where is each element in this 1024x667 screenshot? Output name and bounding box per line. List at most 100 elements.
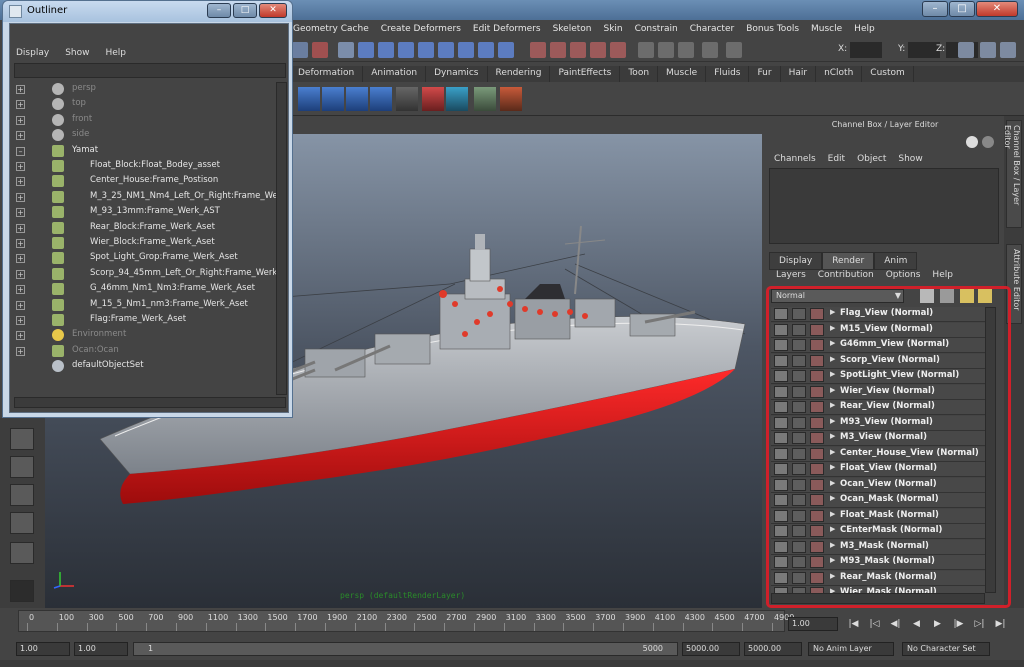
outliner-item[interactable]: + persp	[14, 82, 276, 97]
channel-box-menu-object[interactable]: Object	[857, 154, 886, 164]
select-surfaces-icon[interactable]	[478, 42, 494, 58]
channel-box-toggle-icon[interactable]	[958, 42, 974, 58]
outliner-item[interactable]: + side	[14, 128, 276, 143]
command-line[interactable]	[0, 660, 1024, 667]
expand-icon[interactable]: +	[16, 300, 25, 310]
shelf-tab-rendering[interactable]: Rendering	[488, 66, 551, 82]
outliner-item[interactable]: + Ocan:Ocan	[14, 344, 276, 359]
persp-outliner-layout-icon[interactable]	[10, 484, 34, 506]
expand-icon[interactable]: +	[16, 331, 25, 341]
layer-editor-menu-layers[interactable]: Layers	[776, 270, 806, 280]
step-forward-frame-icon[interactable]: |▶	[950, 617, 967, 632]
tab-display[interactable]: Display	[769, 252, 823, 270]
outliner-item[interactable]: + Wier_Block:Frame_Werk_Aset	[14, 236, 276, 251]
snap-point-icon[interactable]	[530, 42, 546, 58]
menu-muscle[interactable]: Muscle	[811, 24, 842, 34]
expand-icon[interactable]: +	[16, 239, 25, 248]
snap-grid-icon[interactable]	[292, 42, 308, 58]
shelf-tab-deformation[interactable]: Deformation	[290, 66, 364, 82]
outliner-item[interactable]: + Scorp_94_45mm_Left_Or_Right:Frame_Werk_…	[14, 267, 276, 282]
menu-help[interactable]: Help	[854, 24, 875, 34]
menu-edit-deformers[interactable]: Edit Deformers	[473, 24, 541, 34]
anim-layer-dropdown[interactable]: No Anim Layer	[808, 642, 894, 656]
shelf-tab-dynamics[interactable]: Dynamics	[426, 66, 488, 82]
tool-settings-toggle-icon[interactable]	[980, 42, 996, 58]
outliner-item[interactable]: – Yamat	[14, 144, 276, 159]
expand-icon[interactable]: +	[16, 285, 25, 295]
maximize-button[interactable]: □	[949, 1, 975, 17]
shelf-tab-hair[interactable]: Hair	[781, 66, 817, 82]
select-mask-icon[interactable]	[398, 42, 414, 58]
layer-editor-menu-contribution[interactable]: Contribution	[818, 270, 874, 280]
outliner-minimize-button[interactable]: –	[207, 3, 231, 18]
channel-box-sync-icon[interactable]	[982, 136, 994, 148]
sculpt-icon[interactable]	[370, 87, 392, 111]
outliner-item[interactable]: + Flag:Frame_Werk_Aset	[14, 313, 276, 328]
input-mode-icon[interactable]	[726, 42, 742, 58]
shelf-tab-animation[interactable]: Animation	[363, 66, 427, 82]
expand-icon[interactable]: +	[16, 162, 25, 171]
expand-icon[interactable]: +	[16, 131, 25, 141]
select-joints-icon[interactable]	[438, 42, 454, 58]
expand-icon[interactable]: +	[16, 346, 25, 356]
play-forward-icon[interactable]: ▶	[929, 617, 946, 632]
select-component-icon[interactable]	[378, 42, 394, 58]
outliner-close-button[interactable]: ✕	[259, 3, 287, 18]
time-slider[interactable]: 0 100 300 500 700 900 1100 1300 1500 1700 1900 2100…	[18, 610, 794, 632]
outliner-menu-show[interactable]: Show	[65, 48, 89, 58]
go-to-end-icon[interactable]: ▶|	[992, 617, 1009, 632]
render-frame-icon[interactable]	[610, 42, 626, 58]
outliner-item[interactable]: + Environment	[14, 328, 276, 343]
outliner-vscrollbar[interactable]	[276, 82, 287, 395]
persp-hypershade-layout-icon[interactable]	[10, 542, 34, 564]
shelf-tab-fur[interactable]: Fur	[749, 66, 781, 82]
menu-geometry-cache[interactable]: Geometry Cache	[293, 24, 369, 34]
select-handles-icon[interactable]	[418, 42, 434, 58]
attribute-editor-toggle-icon[interactable]	[1000, 42, 1016, 58]
four-view-layout-icon[interactable]	[10, 456, 34, 478]
select-curves-icon[interactable]	[458, 42, 474, 58]
expand-icon[interactable]: +	[16, 85, 25, 94]
menu-constrain[interactable]: Constrain	[635, 24, 678, 34]
collapse-icon[interactable]: –	[16, 146, 25, 156]
outliner-item[interactable]: + Float_Block:Float_Bodey_asset	[14, 159, 276, 174]
hypershade-icon[interactable]	[702, 42, 718, 58]
channel-box-menu-show[interactable]: Show	[898, 154, 922, 164]
render-view-icon[interactable]	[638, 42, 654, 58]
expand-icon[interactable]: +	[16, 316, 25, 325]
outliner-item[interactable]: + Center_House:Frame_Postison	[14, 174, 276, 189]
lattice-icon[interactable]	[322, 87, 344, 111]
expand-icon[interactable]: +	[16, 254, 25, 264]
tab-render[interactable]: Render	[822, 252, 875, 270]
outliner-item[interactable]: + G_46mm_Nm1_Nm3:Frame_Werk_Aset	[14, 282, 276, 297]
channel-box-lock-icon[interactable]	[966, 136, 978, 148]
expand-icon[interactable]: +	[16, 269, 25, 279]
playback-end-field[interactable]: 5000.00	[682, 642, 740, 656]
outliner-filter-field[interactable]	[14, 63, 286, 78]
ipr-render-icon[interactable]	[658, 42, 674, 58]
minimize-button[interactable]: –	[922, 1, 948, 17]
snap-live-icon[interactable]	[570, 42, 586, 58]
shelf-tab-painteffects[interactable]: PaintEffects	[550, 66, 621, 82]
go-to-start-icon[interactable]: |◀	[845, 617, 862, 632]
wrap-icon[interactable]	[346, 87, 368, 111]
tab-channel-box-layer-editor[interactable]: Channel Box / Layer Editor	[1003, 120, 1022, 228]
step-forward-key-icon[interactable]: ▷|	[971, 617, 988, 632]
menu-create-deformers[interactable]: Create Deformers	[381, 24, 461, 34]
step-back-key-icon[interactable]: |◁	[866, 617, 883, 632]
render-settings-icon[interactable]	[678, 42, 694, 58]
expand-icon[interactable]: +	[16, 208, 25, 218]
animation-start-field[interactable]: 1.00	[16, 642, 70, 656]
x-field[interactable]	[850, 42, 882, 58]
expand-icon[interactable]: +	[16, 100, 25, 110]
layer-editor-menu-help[interactable]: Help	[932, 270, 953, 280]
playback-start-field[interactable]: 1.00	[74, 642, 128, 656]
channel-box-menu-edit[interactable]: Edit	[828, 154, 845, 164]
shelf-tab-toon[interactable]: Toon	[620, 66, 659, 82]
close-button[interactable]: ✕	[976, 1, 1018, 17]
menu-character[interactable]: Character	[690, 24, 734, 34]
wrinkle-icon[interactable]	[474, 87, 496, 111]
outliner-item[interactable]: + top	[14, 97, 276, 112]
paint-weights-icon[interactable]	[500, 87, 522, 111]
outliner-menu-help[interactable]: Help	[105, 48, 126, 58]
